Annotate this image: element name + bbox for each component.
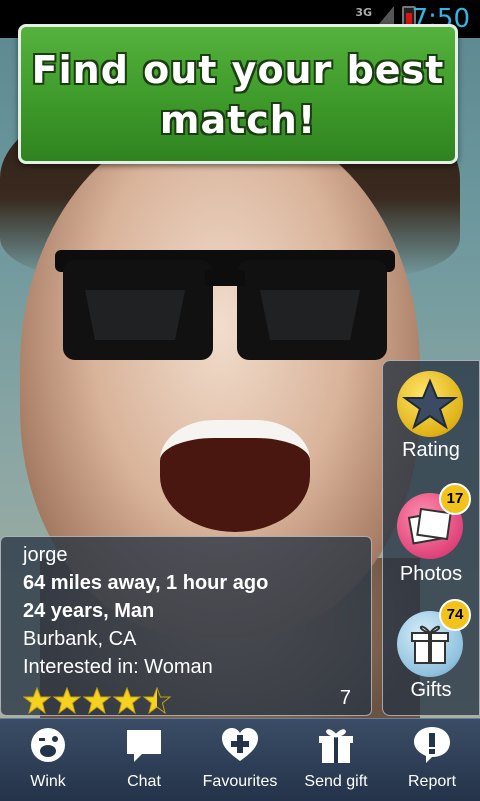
chat-bubble-icon bbox=[127, 730, 161, 762]
promo-banner[interactable]: Find out your best match! bbox=[18, 24, 458, 164]
nav-wink-label: Wink bbox=[30, 773, 66, 790]
banner-line-2: match! bbox=[159, 98, 317, 142]
heart-plus-icon bbox=[222, 728, 258, 761]
gifts-label: Gifts bbox=[410, 679, 452, 701]
wink-face-icon bbox=[31, 728, 65, 762]
nav-send-gift-label: Send gift bbox=[304, 773, 368, 790]
profile-info-panel: jorge 64 miles away, 1 hour ago 24 years… bbox=[0, 536, 372, 716]
nav-chat-label: Chat bbox=[127, 773, 161, 790]
rating-button[interactable]: Rating bbox=[383, 361, 479, 476]
gifts-count-badge: 74 bbox=[439, 599, 471, 631]
nav-send-gift[interactable]: Send gift bbox=[288, 719, 384, 801]
photos-label: Photos bbox=[399, 563, 463, 585]
sunglasses-graphic bbox=[55, 250, 395, 360]
rating-stars bbox=[23, 687, 183, 720]
star-icon bbox=[397, 371, 463, 437]
bottom-nav: Wink Chat Favourites Send gift Report bbox=[0, 718, 480, 801]
banner-text: Find out your best match! bbox=[21, 45, 455, 145]
nav-chat[interactable]: Chat bbox=[96, 719, 192, 801]
gifts-button[interactable]: 74 Gifts bbox=[383, 599, 479, 714]
nav-wink[interactable]: Wink bbox=[0, 719, 96, 801]
report-exclamation-icon bbox=[414, 727, 450, 763]
photos-button[interactable]: 17 Photos bbox=[383, 481, 479, 596]
profile-location: Burbank, CA bbox=[23, 628, 137, 650]
profile-name: jorge bbox=[23, 544, 68, 566]
profile-interested-in: Interested in: Woman bbox=[23, 656, 213, 678]
rating-label: Rating bbox=[402, 439, 460, 461]
rating-count: 7 bbox=[339, 687, 351, 709]
banner-line-1: Find out your best bbox=[31, 48, 445, 92]
gift-icon bbox=[319, 729, 353, 763]
nav-favourites-label: Favourites bbox=[202, 773, 278, 790]
profile-distance: 64 miles away, 1 hour ago bbox=[23, 572, 269, 594]
side-action-panel: Rating 17 Photos 74 Gifts bbox=[382, 360, 480, 716]
network-type: 3G bbox=[355, 6, 372, 19]
nav-report-label: Report bbox=[407, 773, 457, 790]
nav-favourites[interactable]: Favourites bbox=[192, 719, 288, 801]
photos-count-badge: 17 bbox=[439, 483, 471, 515]
profile-age-gender: 24 years, Man bbox=[23, 600, 155, 622]
star-rating-icons bbox=[23, 687, 171, 714]
photo-mouth bbox=[160, 420, 310, 532]
nav-report[interactable]: Report bbox=[384, 719, 480, 801]
